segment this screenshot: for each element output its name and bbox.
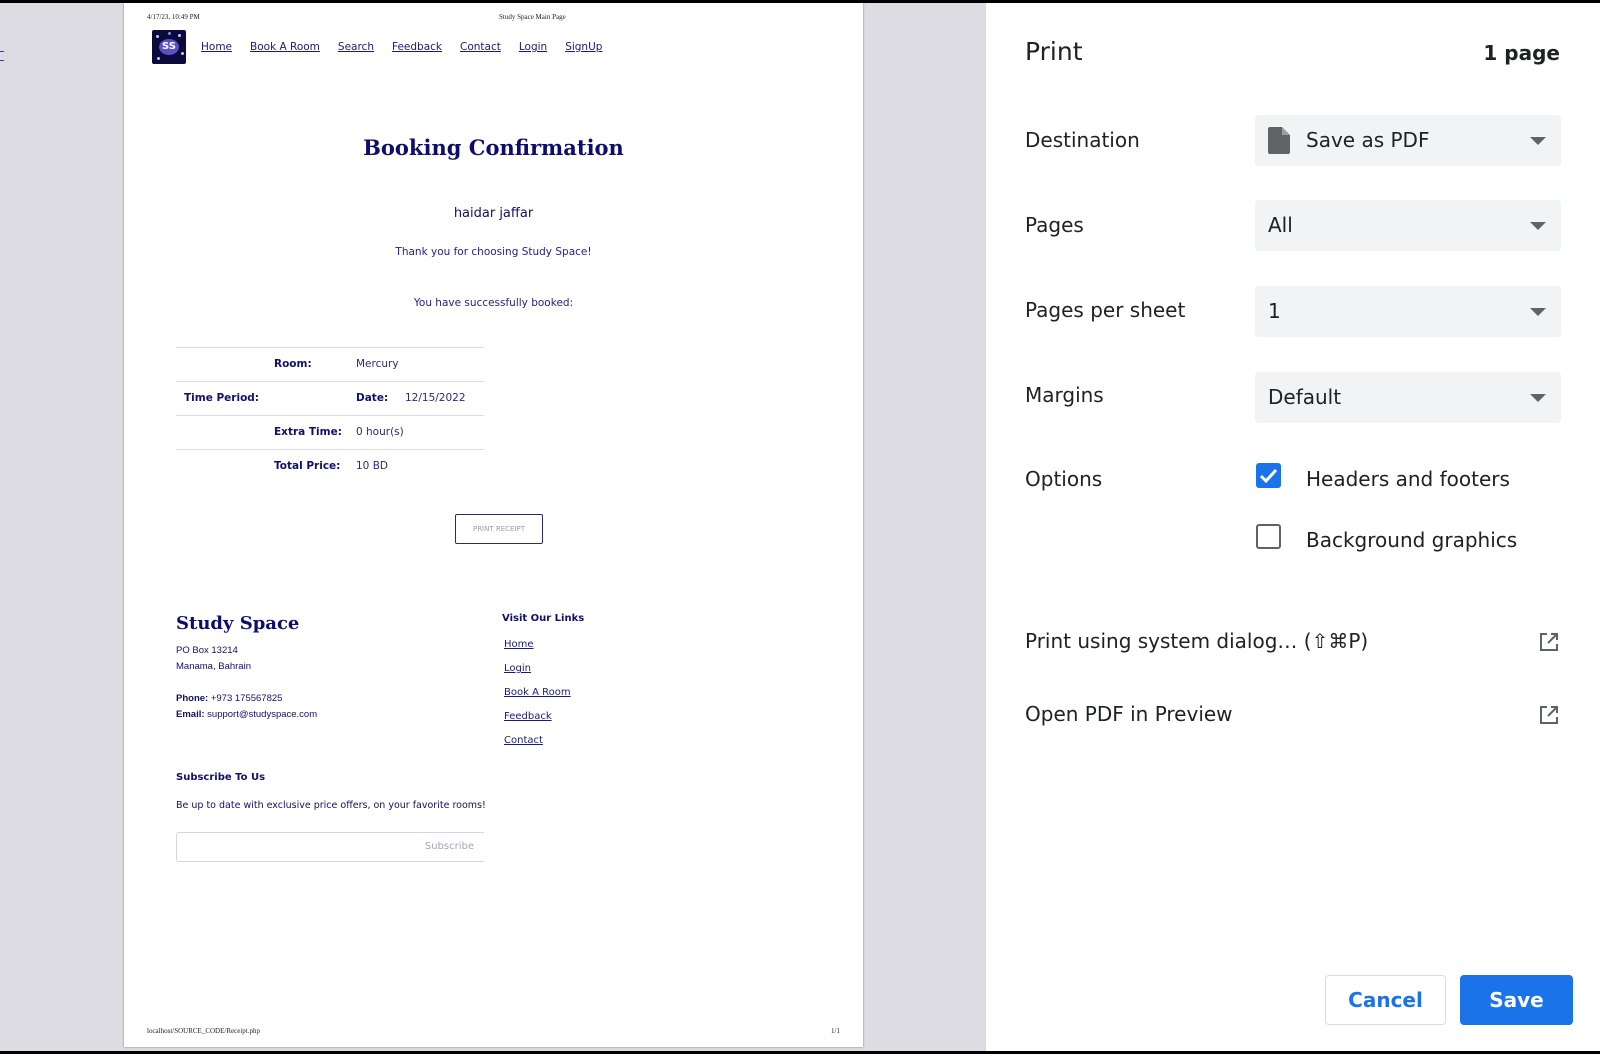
time-period-label: Time Period: <box>184 392 260 404</box>
footer-links-heading: Visit Our Links <box>502 613 585 624</box>
checkmark-icon <box>1259 468 1278 484</box>
extra-time-label: Extra Time: <box>274 426 342 438</box>
footer-link-login[interactable]: Login <box>504 663 571 687</box>
table-row: Total Price: 10 BD <box>176 449 484 483</box>
subscribe-button[interactable]: Subscribe <box>425 841 474 852</box>
nav-contact[interactable]: Contact <box>460 41 501 53</box>
open-pdf-preview-link[interactable]: Open PDF in Preview <box>1025 702 1233 726</box>
site-nav: Home Book A Room Search Feedback Contact… <box>201 41 602 53</box>
footer-links: Home Login Book A Room Feedback Contact <box>504 639 571 759</box>
thanks-message: Thank you for choosing Study Space! <box>395 246 592 258</box>
pages-per-sheet-select[interactable]: 1 <box>1255 286 1561 337</box>
customer-name: haidar jaffar <box>453 206 534 221</box>
nav-search[interactable]: Search <box>338 41 374 53</box>
pages-value: All <box>1268 213 1293 237</box>
print-footer-url: localhost/SOURCE_CODE/Receipt.php <box>147 1027 260 1035</box>
email-line: Email: support@studyspace.com <box>176 709 317 720</box>
email-label: Email: <box>176 709 205 720</box>
nav-signup[interactable]: SignUp <box>565 41 602 53</box>
subscribe-email-input[interactable]: Subscribe <box>176 832 484 862</box>
phone-label: Phone: <box>176 693 209 704</box>
pages-per-sheet-label: Pages per sheet <box>1025 298 1186 322</box>
email-value: support@studyspace.com <box>207 709 318 720</box>
destination-value: Save as PDF <box>1306 128 1430 152</box>
table-row: Room: Mercury <box>176 347 484 381</box>
extra-time-value: 0 hour(s) <box>356 426 404 438</box>
dropdown-arrow-icon <box>1530 394 1546 402</box>
external-link-icon[interactable] <box>1538 631 1560 653</box>
print-footer-page-number: 1/1 <box>831 1027 840 1035</box>
nav-feedback[interactable]: Feedback <box>392 41 442 53</box>
phone-value: +973 175567825 <box>210 693 283 704</box>
print-header-date: 4/17/23, 10:49 PM <box>147 13 200 21</box>
page-edge-marker <box>0 51 4 61</box>
address-line-2: Manama, Bahrain <box>176 661 251 672</box>
footer-link-home[interactable]: Home <box>504 639 571 663</box>
print-header-title: Study Space Main Page <box>499 13 566 21</box>
nav-book-a-room[interactable]: Book A Room <box>250 41 320 53</box>
margins-value: Default <box>1268 385 1342 409</box>
footer-brand: Study Space <box>176 613 300 634</box>
table-row: Extra Time: 0 hour(s) <box>176 415 484 449</box>
nav-login[interactable]: Login <box>519 41 547 53</box>
pages-select[interactable]: All <box>1255 200 1561 251</box>
room-label: Room: <box>274 358 312 370</box>
booked-message: You have successfully booked: <box>413 297 574 309</box>
margins-select[interactable]: Default <box>1255 372 1561 423</box>
subscribe-heading: Subscribe To Us <box>176 772 266 783</box>
dropdown-arrow-icon <box>1530 222 1546 230</box>
table-row: Time Period: Date: 12/15/2022 <box>176 381 484 415</box>
destination-label: Destination <box>1025 128 1140 152</box>
margins-label: Margins <box>1025 383 1104 407</box>
destination-select[interactable]: Save as PDF <box>1255 115 1561 166</box>
headers-footers-checkbox[interactable] <box>1256 463 1281 488</box>
booking-title: Booking Confirmation <box>363 135 624 160</box>
nav-home[interactable]: Home <box>201 41 232 53</box>
dropdown-arrow-icon <box>1530 137 1546 145</box>
dropdown-arrow-icon <box>1530 308 1546 316</box>
footer-link-contact[interactable]: Contact <box>504 735 571 759</box>
room-value: Mercury <box>356 358 399 370</box>
external-link-icon[interactable] <box>1538 704 1560 726</box>
panel-title: Print <box>1025 37 1083 66</box>
print-receipt-button[interactable]: PRINT RECEIPT <box>455 514 543 544</box>
booking-details-table: Room: Mercury Time Period: Date: 12/15/2… <box>176 347 484 483</box>
phone-line: Phone: +973 175567825 <box>176 693 282 704</box>
site-logo: SS <box>152 30 186 64</box>
subscribe-text: Be up to date with exclusive price offer… <box>176 800 486 811</box>
date-label: Date: <box>356 392 389 404</box>
page-count: 1 page <box>1483 41 1560 65</box>
headers-footers-label[interactable]: Headers and footers <box>1306 467 1510 491</box>
background-graphics-label[interactable]: Background graphics <box>1306 528 1517 552</box>
system-dialog-link[interactable]: Print using system dialog… (⇧⌘P) <box>1025 629 1368 653</box>
print-preview-area: 4/17/23, 10:49 PM Study Space Main Page … <box>0 3 985 1051</box>
save-button[interactable]: Save <box>1460 975 1573 1025</box>
cancel-button[interactable]: Cancel <box>1325 975 1446 1025</box>
pages-per-sheet-value: 1 <box>1268 299 1281 323</box>
total-price-value: 10 BD <box>356 460 388 472</box>
footer-link-book-a-room[interactable]: Book A Room <box>504 687 571 711</box>
footer-link-feedback[interactable]: Feedback <box>504 711 571 735</box>
print-settings-panel: Print 1 page Destination Save as PDF Pag… <box>985 3 1600 1051</box>
date-value: 12/15/2022 <box>405 392 466 404</box>
preview-sheet: 4/17/23, 10:49 PM Study Space Main Page … <box>124 3 863 1047</box>
pages-label: Pages <box>1025 213 1084 237</box>
options-label: Options <box>1025 467 1103 491</box>
total-price-label: Total Price: <box>274 460 341 472</box>
address-line-1: PO Box 13214 <box>176 645 238 656</box>
logo-text: SS <box>159 39 179 55</box>
background-graphics-checkbox[interactable] <box>1256 524 1281 549</box>
document-icon <box>1268 127 1290 154</box>
